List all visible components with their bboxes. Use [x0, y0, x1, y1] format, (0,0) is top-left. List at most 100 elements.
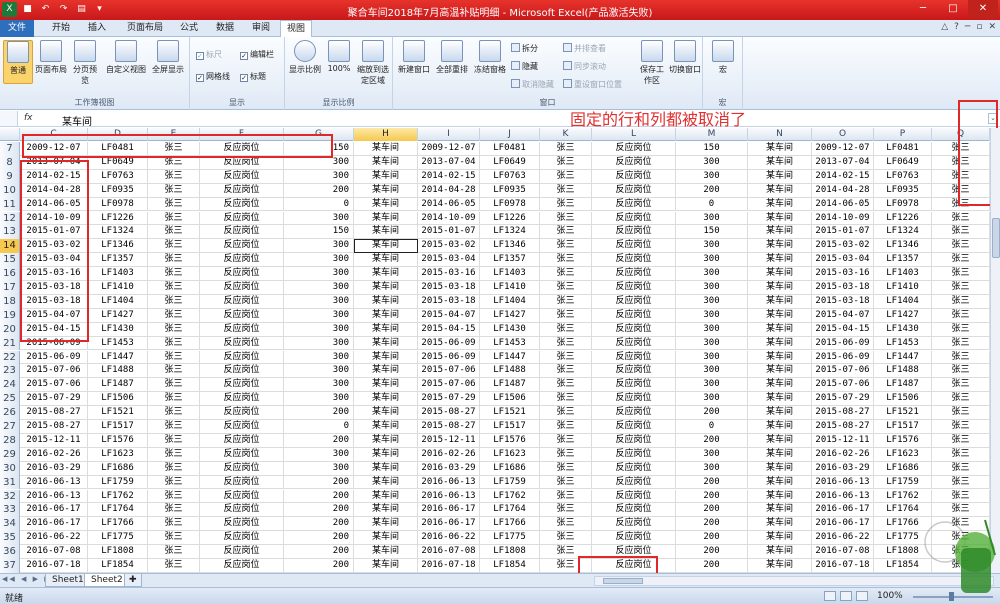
cell-d27[interactable]: LF1517 — [88, 420, 148, 434]
cell-j28[interactable]: LF1576 — [480, 433, 540, 448]
cell-g36[interactable]: 200 — [284, 545, 354, 559]
cell-n30[interactable]: 某车间 — [748, 461, 812, 476]
cell-l32[interactable]: 反应岗位 — [592, 489, 676, 504]
cell-l20[interactable]: 反应岗位 — [592, 322, 676, 337]
cell-o9[interactable]: 2014-02-15 — [812, 169, 874, 184]
cell-d19[interactable]: LF1427 — [88, 308, 148, 323]
cell-o16[interactable]: 2015-03-16 — [812, 267, 874, 281]
cell-h9[interactable]: 某车间 — [354, 169, 418, 184]
function-icon[interactable]: fx — [24, 113, 54, 123]
name-box[interactable] — [0, 111, 18, 126]
cell-j33[interactable]: LF1764 — [480, 503, 540, 518]
cell-e30[interactable]: 张三 — [148, 461, 200, 476]
row-header[interactable]: 7 — [0, 142, 20, 156]
cell-o11[interactable]: 2014-06-05 — [812, 197, 874, 212]
cell-g28[interactable]: 200 — [284, 433, 354, 448]
cell-h10[interactable]: 某车间 — [354, 183, 418, 198]
cell-f19[interactable]: 反应岗位 — [200, 308, 284, 323]
cell-q17[interactable]: 张三 — [932, 281, 990, 295]
cell-g15[interactable]: 300 — [284, 253, 354, 268]
cell-q26[interactable]: 张三 — [932, 406, 990, 420]
cell-d23[interactable]: LF1488 — [88, 364, 148, 379]
cell-n18[interactable]: 某车间 — [748, 294, 812, 309]
column-header-p[interactable]: P — [874, 128, 932, 141]
cell-c25[interactable]: 2015-07-29 — [20, 392, 88, 407]
cell-n35[interactable]: 某车间 — [748, 531, 812, 546]
cell-e10[interactable]: 张三 — [148, 183, 200, 198]
cell-d17[interactable]: LF1410 — [88, 281, 148, 295]
cell-q36[interactable]: 张三 — [932, 545, 990, 559]
hscroll-thumb[interactable] — [603, 578, 643, 584]
cell-m29[interactable]: 300 — [676, 447, 748, 462]
column-header-k[interactable]: K — [540, 128, 592, 141]
row-header[interactable]: 35 — [0, 531, 20, 546]
tab-review[interactable]: 审阅 — [244, 20, 278, 37]
cell-m33[interactable]: 200 — [676, 503, 748, 518]
cell-p22[interactable]: LF1447 — [874, 350, 932, 365]
cell-q24[interactable]: 张三 — [932, 378, 990, 393]
cell-q34[interactable]: 张三 — [932, 517, 990, 532]
cell-j14[interactable]: LF1346 — [480, 239, 540, 254]
cell-i13[interactable]: 2015-01-07 — [418, 225, 480, 240]
cell-n31[interactable]: 某车间 — [748, 475, 812, 490]
tab-insert[interactable]: 插入 — [80, 20, 114, 37]
cell-k16[interactable]: 张三 — [540, 267, 592, 281]
cell-d29[interactable]: LF1623 — [88, 447, 148, 462]
cell-j32[interactable]: LF1762 — [480, 489, 540, 504]
zoom-to-selection-button[interactable]: 缩放到选定区域 — [355, 40, 391, 86]
cell-j35[interactable]: LF1775 — [480, 531, 540, 546]
cell-m34[interactable]: 200 — [676, 517, 748, 532]
row-header[interactable]: 25 — [0, 392, 20, 407]
cell-k31[interactable]: 张三 — [540, 475, 592, 490]
cell-i17[interactable]: 2015-03-18 — [418, 281, 480, 295]
cell-i19[interactable]: 2015-04-07 — [418, 308, 480, 323]
row-header[interactable]: 28 — [0, 433, 20, 448]
column-header-o[interactable]: O — [812, 128, 874, 141]
cell-h13[interactable]: 某车间 — [354, 225, 418, 240]
cell-j7[interactable]: LF0481 — [480, 142, 540, 156]
cell-j13[interactable]: LF1324 — [480, 225, 540, 240]
cell-f20[interactable]: 反应岗位 — [200, 322, 284, 337]
cell-p7[interactable]: LF0481 — [874, 142, 932, 156]
cell-g20[interactable]: 300 — [284, 322, 354, 337]
cell-k30[interactable]: 张三 — [540, 461, 592, 476]
cell-c35[interactable]: 2016-06-22 — [20, 531, 88, 546]
cell-f22[interactable]: 反应岗位 — [200, 350, 284, 365]
cell-i8[interactable]: 2013-07-04 — [418, 155, 480, 170]
cell-c28[interactable]: 2015-12-11 — [20, 433, 88, 448]
zoom-slider-thumb[interactable] — [949, 592, 954, 601]
cell-h34[interactable]: 某车间 — [354, 517, 418, 532]
cell-n24[interactable]: 某车间 — [748, 378, 812, 393]
cell-q22[interactable]: 张三 — [932, 350, 990, 365]
cell-d24[interactable]: LF1487 — [88, 378, 148, 393]
cell-d37[interactable]: LF1854 — [88, 559, 148, 573]
hide-button[interactable]: 隐藏 — [511, 61, 538, 72]
cell-j27[interactable]: LF1517 — [480, 420, 540, 434]
cell-n20[interactable]: 某车间 — [748, 322, 812, 337]
cell-n8[interactable]: 某车间 — [748, 155, 812, 170]
cell-q20[interactable]: 张三 — [932, 322, 990, 337]
cell-o25[interactable]: 2015-07-29 — [812, 392, 874, 407]
cell-k24[interactable]: 张三 — [540, 378, 592, 393]
cell-o36[interactable]: 2016-07-08 — [812, 545, 874, 559]
cell-q14[interactable]: 张三 — [932, 239, 990, 254]
cell-l16[interactable]: 反应岗位 — [592, 267, 676, 281]
row-header[interactable]: 17 — [0, 281, 20, 295]
cell-n14[interactable]: 某车间 — [748, 239, 812, 254]
cell-l10[interactable]: 反应岗位 — [592, 183, 676, 198]
cell-k35[interactable]: 张三 — [540, 531, 592, 546]
cell-n32[interactable]: 某车间 — [748, 489, 812, 504]
cell-j10[interactable]: LF0935 — [480, 183, 540, 198]
cell-i31[interactable]: 2016-06-13 — [418, 475, 480, 490]
cell-n34[interactable]: 某车间 — [748, 517, 812, 532]
cell-d15[interactable]: LF1357 — [88, 253, 148, 268]
cell-f30[interactable]: 反应岗位 — [200, 461, 284, 476]
cell-d9[interactable]: LF0763 — [88, 169, 148, 184]
cell-c33[interactable]: 2016-06-17 — [20, 503, 88, 518]
cell-f24[interactable]: 反应岗位 — [200, 378, 284, 393]
maximize-icon[interactable]: □ — [938, 0, 968, 18]
doc-restore-icon[interactable]: ▫ — [976, 22, 982, 32]
cell-p9[interactable]: LF0763 — [874, 169, 932, 184]
cell-e27[interactable]: 张三 — [148, 420, 200, 434]
cell-o30[interactable]: 2016-03-29 — [812, 461, 874, 476]
